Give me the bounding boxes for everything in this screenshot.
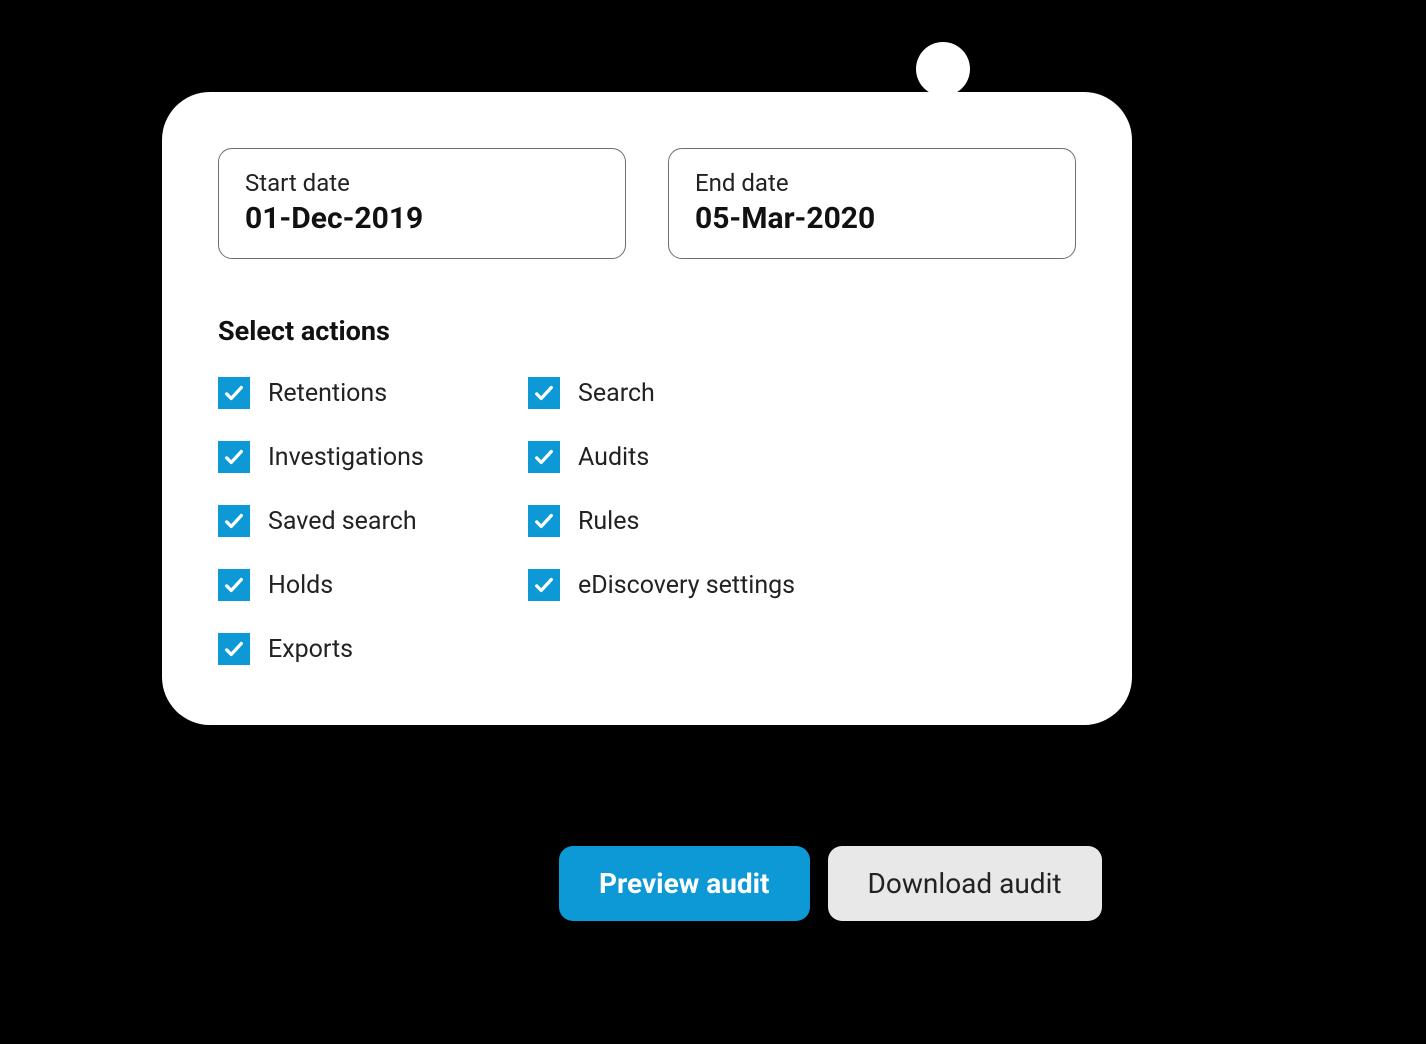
check-icon: [218, 505, 250, 537]
decorative-circle: [916, 42, 970, 96]
check-icon: [218, 377, 250, 409]
audit-config-panel: Start date 01-Dec-2019 End date 05-Mar-2…: [162, 92, 1132, 725]
checkbox-label: Saved search: [268, 507, 417, 536]
check-icon: [528, 505, 560, 537]
check-icon: [218, 633, 250, 665]
checkbox-label: Investigations: [268, 443, 424, 472]
select-actions-heading: Select actions: [218, 315, 1076, 347]
end-date-value: 05-Mar-2020: [695, 201, 1049, 236]
checkbox-label: Exports: [268, 635, 353, 664]
start-date-field[interactable]: Start date 01-Dec-2019: [218, 148, 626, 259]
checkbox-item-rules[interactable]: Rules: [528, 505, 1076, 537]
checkbox-label: Holds: [268, 571, 333, 600]
checkbox-label: eDiscovery settings: [578, 571, 795, 600]
checkbox-item-ediscovery-settings[interactable]: eDiscovery settings: [528, 569, 1076, 601]
check-icon: [528, 441, 560, 473]
checkbox-item-holds[interactable]: Holds: [218, 569, 518, 601]
check-icon: [528, 569, 560, 601]
checkbox-item-investigations[interactable]: Investigations: [218, 441, 518, 473]
actions-grid: Retentions Search Investigations Audits: [218, 377, 1076, 665]
action-buttons: Preview audit Download audit: [559, 846, 1102, 921]
checkbox-label: Retentions: [268, 379, 387, 408]
checkbox-item-audits[interactable]: Audits: [528, 441, 1076, 473]
check-icon: [528, 377, 560, 409]
checkbox-label: Search: [578, 379, 655, 408]
checkbox-item-search[interactable]: Search: [528, 377, 1076, 409]
date-range-row: Start date 01-Dec-2019 End date 05-Mar-2…: [218, 148, 1076, 259]
checkbox-item-exports[interactable]: Exports: [218, 633, 518, 665]
preview-audit-button[interactable]: Preview audit: [559, 846, 810, 921]
end-date-label: End date: [695, 169, 1049, 197]
checkbox-item-retentions[interactable]: Retentions: [218, 377, 518, 409]
checkbox-label: Audits: [578, 443, 649, 472]
checkbox-label: Rules: [578, 507, 639, 536]
check-icon: [218, 441, 250, 473]
check-icon: [218, 569, 250, 601]
end-date-field[interactable]: End date 05-Mar-2020: [668, 148, 1076, 259]
download-audit-button[interactable]: Download audit: [828, 846, 1102, 921]
checkbox-item-saved-search[interactable]: Saved search: [218, 505, 518, 537]
start-date-value: 01-Dec-2019: [245, 201, 599, 236]
start-date-label: Start date: [245, 169, 599, 197]
